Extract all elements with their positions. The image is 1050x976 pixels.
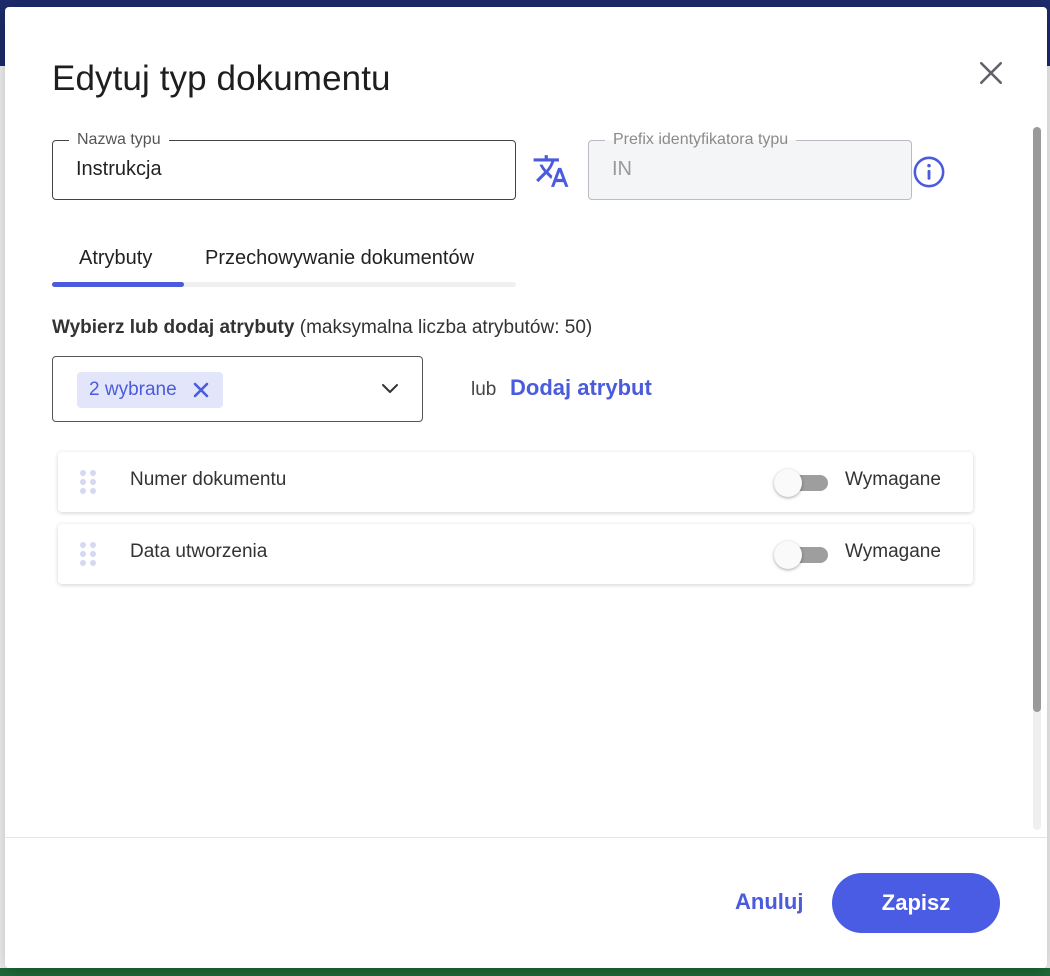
type-prefix-label: Prefix identyfikatora typu (605, 131, 797, 149)
attributes-section-label-bold: Wybierz lub dodaj atrybuty (52, 317, 295, 338)
selected-count-chip: 2 wybrane (77, 372, 223, 408)
attributes-section-label-hint: (maksymalna liczba atrybutów: 50) (294, 317, 593, 338)
selected-count-label: 2 wybrane (89, 379, 177, 400)
tab-document-storage[interactable]: Przechowywanie dokumentów (205, 247, 474, 270)
required-toggle[interactable] (774, 541, 830, 569)
tab-attributes[interactable]: Atrybuty (79, 247, 152, 270)
or-text: lub (471, 379, 497, 400)
add-attribute-link[interactable]: Dodaj atrybut (510, 375, 652, 401)
type-name-field[interactable]: Nazwa typu Instrukcja (52, 131, 516, 200)
required-label: Wymagane (845, 541, 941, 562)
background-app-footer (0, 968, 1050, 976)
drag-handle-icon[interactable] (79, 469, 97, 495)
translate-button[interactable] (532, 152, 570, 190)
translate-icon (533, 155, 569, 187)
attribute-row: Data utworzenia Wymagane (58, 524, 973, 584)
prefix-info-button[interactable] (912, 155, 946, 189)
clear-icon (193, 382, 208, 398)
toggle-thumb (774, 541, 802, 569)
tab-bar: Atrybuty Przechowywanie dokumentów (52, 243, 516, 287)
type-prefix-field: Prefix identyfikatora typu IN (588, 131, 912, 200)
toggle-thumb (774, 469, 802, 497)
dialog-scrollbar-thumb[interactable] (1033, 127, 1041, 712)
attribute-row: Numer dokumentu Wymagane (58, 452, 973, 512)
type-name-input[interactable]: Instrukcja (76, 158, 162, 181)
attribute-name: Data utworzenia (130, 541, 268, 562)
info-icon (913, 156, 945, 188)
footer-divider (5, 837, 1047, 838)
chevron-down-icon[interactable] (378, 377, 402, 401)
active-tab-indicator (52, 282, 184, 287)
clear-selection-button[interactable] (191, 380, 211, 400)
dialog-title: Edytuj typ dokumentu (52, 59, 391, 98)
cancel-button[interactable]: Anuluj (735, 889, 803, 915)
type-prefix-value: IN (612, 158, 632, 180)
attributes-section-label: Wybierz lub dodaj atrybuty (maksymalna l… (52, 317, 592, 339)
close-button[interactable] (973, 55, 1009, 91)
close-icon (979, 61, 1003, 85)
drag-handle-icon[interactable] (79, 541, 97, 567)
attribute-name: Numer dokumentu (130, 469, 287, 490)
required-label: Wymagane (845, 469, 941, 490)
type-name-label: Nazwa typu (69, 131, 169, 149)
attributes-multiselect[interactable]: 2 wybrane (52, 356, 423, 422)
required-toggle[interactable] (774, 469, 830, 497)
dialog-scrollbar[interactable] (1033, 127, 1041, 830)
edit-document-type-dialog: Edytuj typ dokumentu Nazwa typu Instrukc… (5, 7, 1047, 968)
save-button[interactable]: Zapisz (832, 873, 1000, 933)
